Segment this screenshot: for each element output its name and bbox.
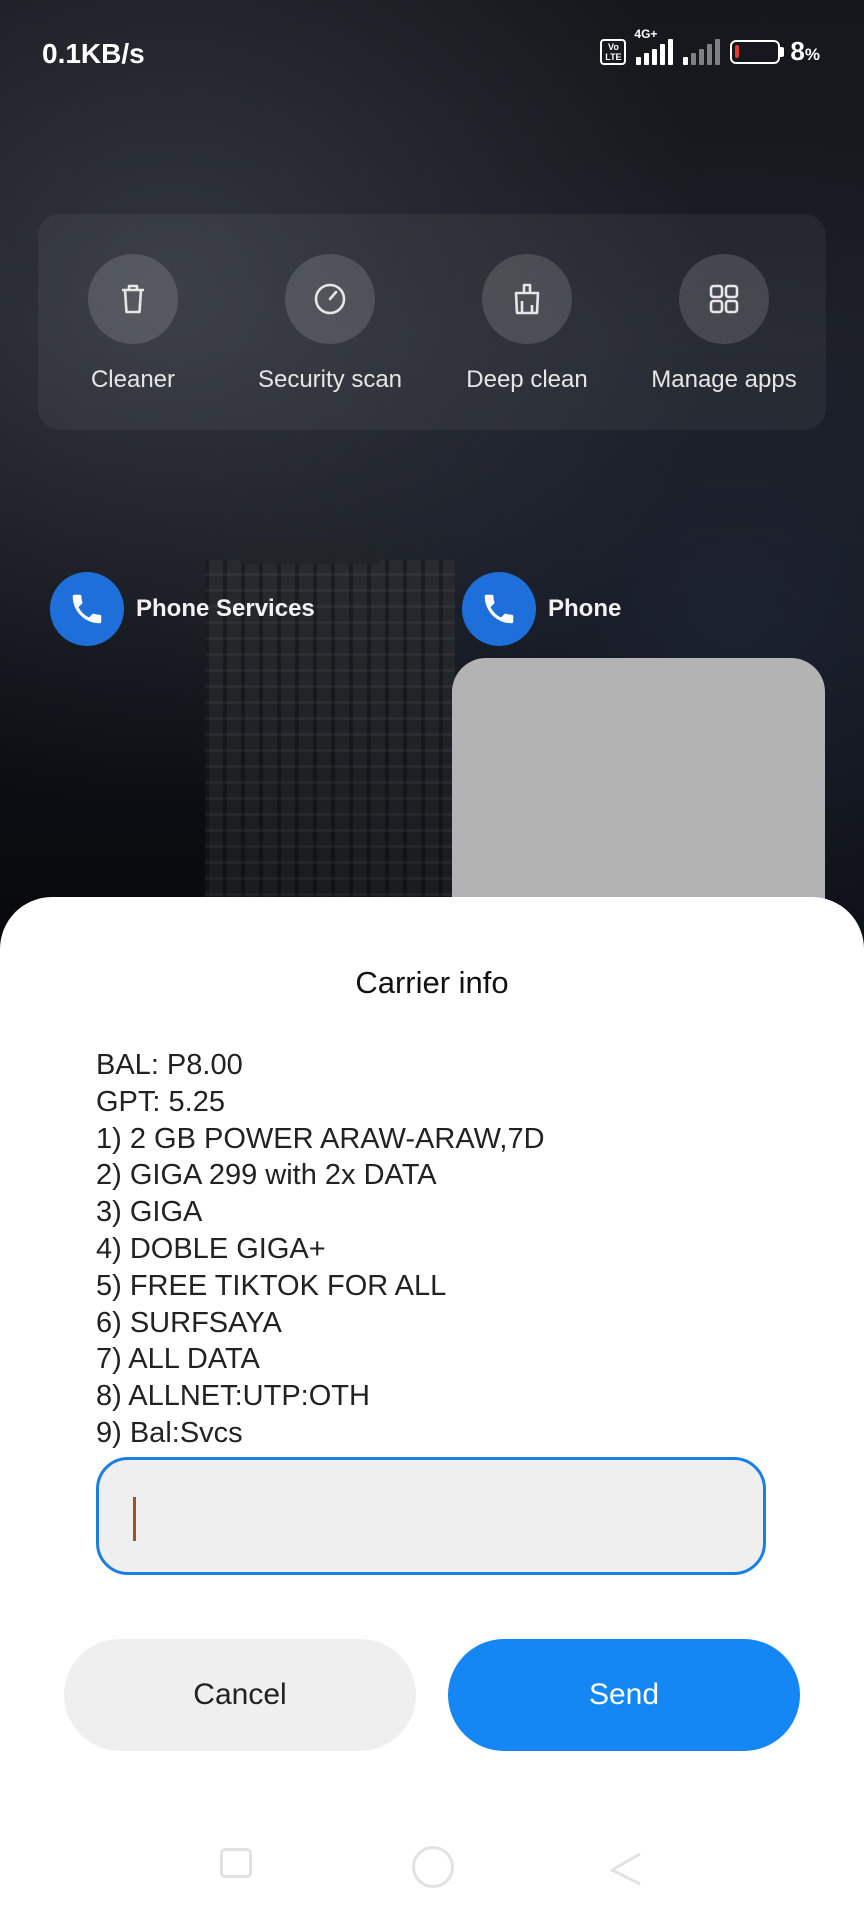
reply-input[interactable]	[96, 1457, 766, 1575]
message-line: BAL: P8.00	[96, 1049, 243, 1081]
home-icon[interactable]	[412, 1846, 454, 1888]
dialog-title: Carrier info	[355, 965, 509, 1000]
status-bar: 0.1KB/s Vo LTE 4G+ 8%	[0, 0, 864, 100]
message-line: 1) 2 GB POWER ARAW-ARAW,7D	[96, 1122, 545, 1155]
message-line: 9) Bal:Svcs	[96, 1416, 243, 1449]
grid-icon	[679, 254, 769, 344]
message-line: 8) ALLNET:UTP:OTH	[96, 1380, 370, 1413]
quick-action-deep-clean[interactable]: Deep clean	[432, 254, 622, 394]
text-cursor	[133, 1497, 136, 1541]
message-line: 3) GIGA	[96, 1196, 203, 1229]
shortcut-phone[interactable]: Phone	[462, 572, 621, 646]
battery-level	[735, 44, 740, 58]
network-speed: 0.1KB/s	[42, 38, 145, 69]
quick-action-cleaner[interactable]: Cleaner	[38, 254, 228, 394]
network-type: 4G+	[634, 26, 658, 41]
quick-action-security-scan[interactable]: Security scan	[235, 254, 425, 394]
carrier-message: BAL: P8.00 GPT: 5.25 1) 2 GB POWER ARAW-…	[96, 1047, 786, 1452]
message-line: 6) SURFSAYA	[96, 1306, 282, 1339]
volte-icon: Vo LTE	[600, 38, 627, 65]
message-line: 4) DOBLE GIGA+	[96, 1232, 326, 1265]
signal-icon-sim1: 4G+	[634, 27, 674, 65]
back-icon[interactable]	[606, 1848, 646, 1888]
shortcut-phone-services[interactable]: Phone Services	[50, 572, 315, 646]
signal-icon-sim2	[683, 38, 721, 65]
message-line: 2) GIGA 299 with 2x DATA	[96, 1159, 437, 1192]
cancel-button[interactable]: Cancel	[64, 1639, 416, 1751]
battery-percent: 8	[790, 36, 805, 66]
status-icons: Vo LTE 4G+ 8%	[600, 27, 820, 67]
battery-icon: 8%	[730, 36, 820, 67]
quick-action-manage-apps[interactable]: Manage apps	[629, 254, 819, 394]
carrier-info-dialog: Carrier info BAL: P8.00 GPT: 5.25 1) 2 G…	[0, 897, 864, 1920]
message-line: GPT: 5.25	[96, 1085, 225, 1118]
message-line: 5) FREE TIKTOK FOR ALL	[96, 1269, 447, 1302]
trash-icon	[88, 254, 178, 344]
recents-icon[interactable]	[220, 1848, 252, 1878]
send-button[interactable]: Send	[448, 1639, 800, 1751]
speedometer-icon	[285, 254, 375, 344]
message-line: 7) ALL DATA	[96, 1343, 260, 1376]
quick-actions-panel: Cleaner Security scan Deep clean Manage …	[38, 214, 826, 430]
deep-clean-icon	[482, 254, 572, 344]
phone-icon	[462, 572, 536, 646]
phone-icon	[50, 572, 124, 646]
